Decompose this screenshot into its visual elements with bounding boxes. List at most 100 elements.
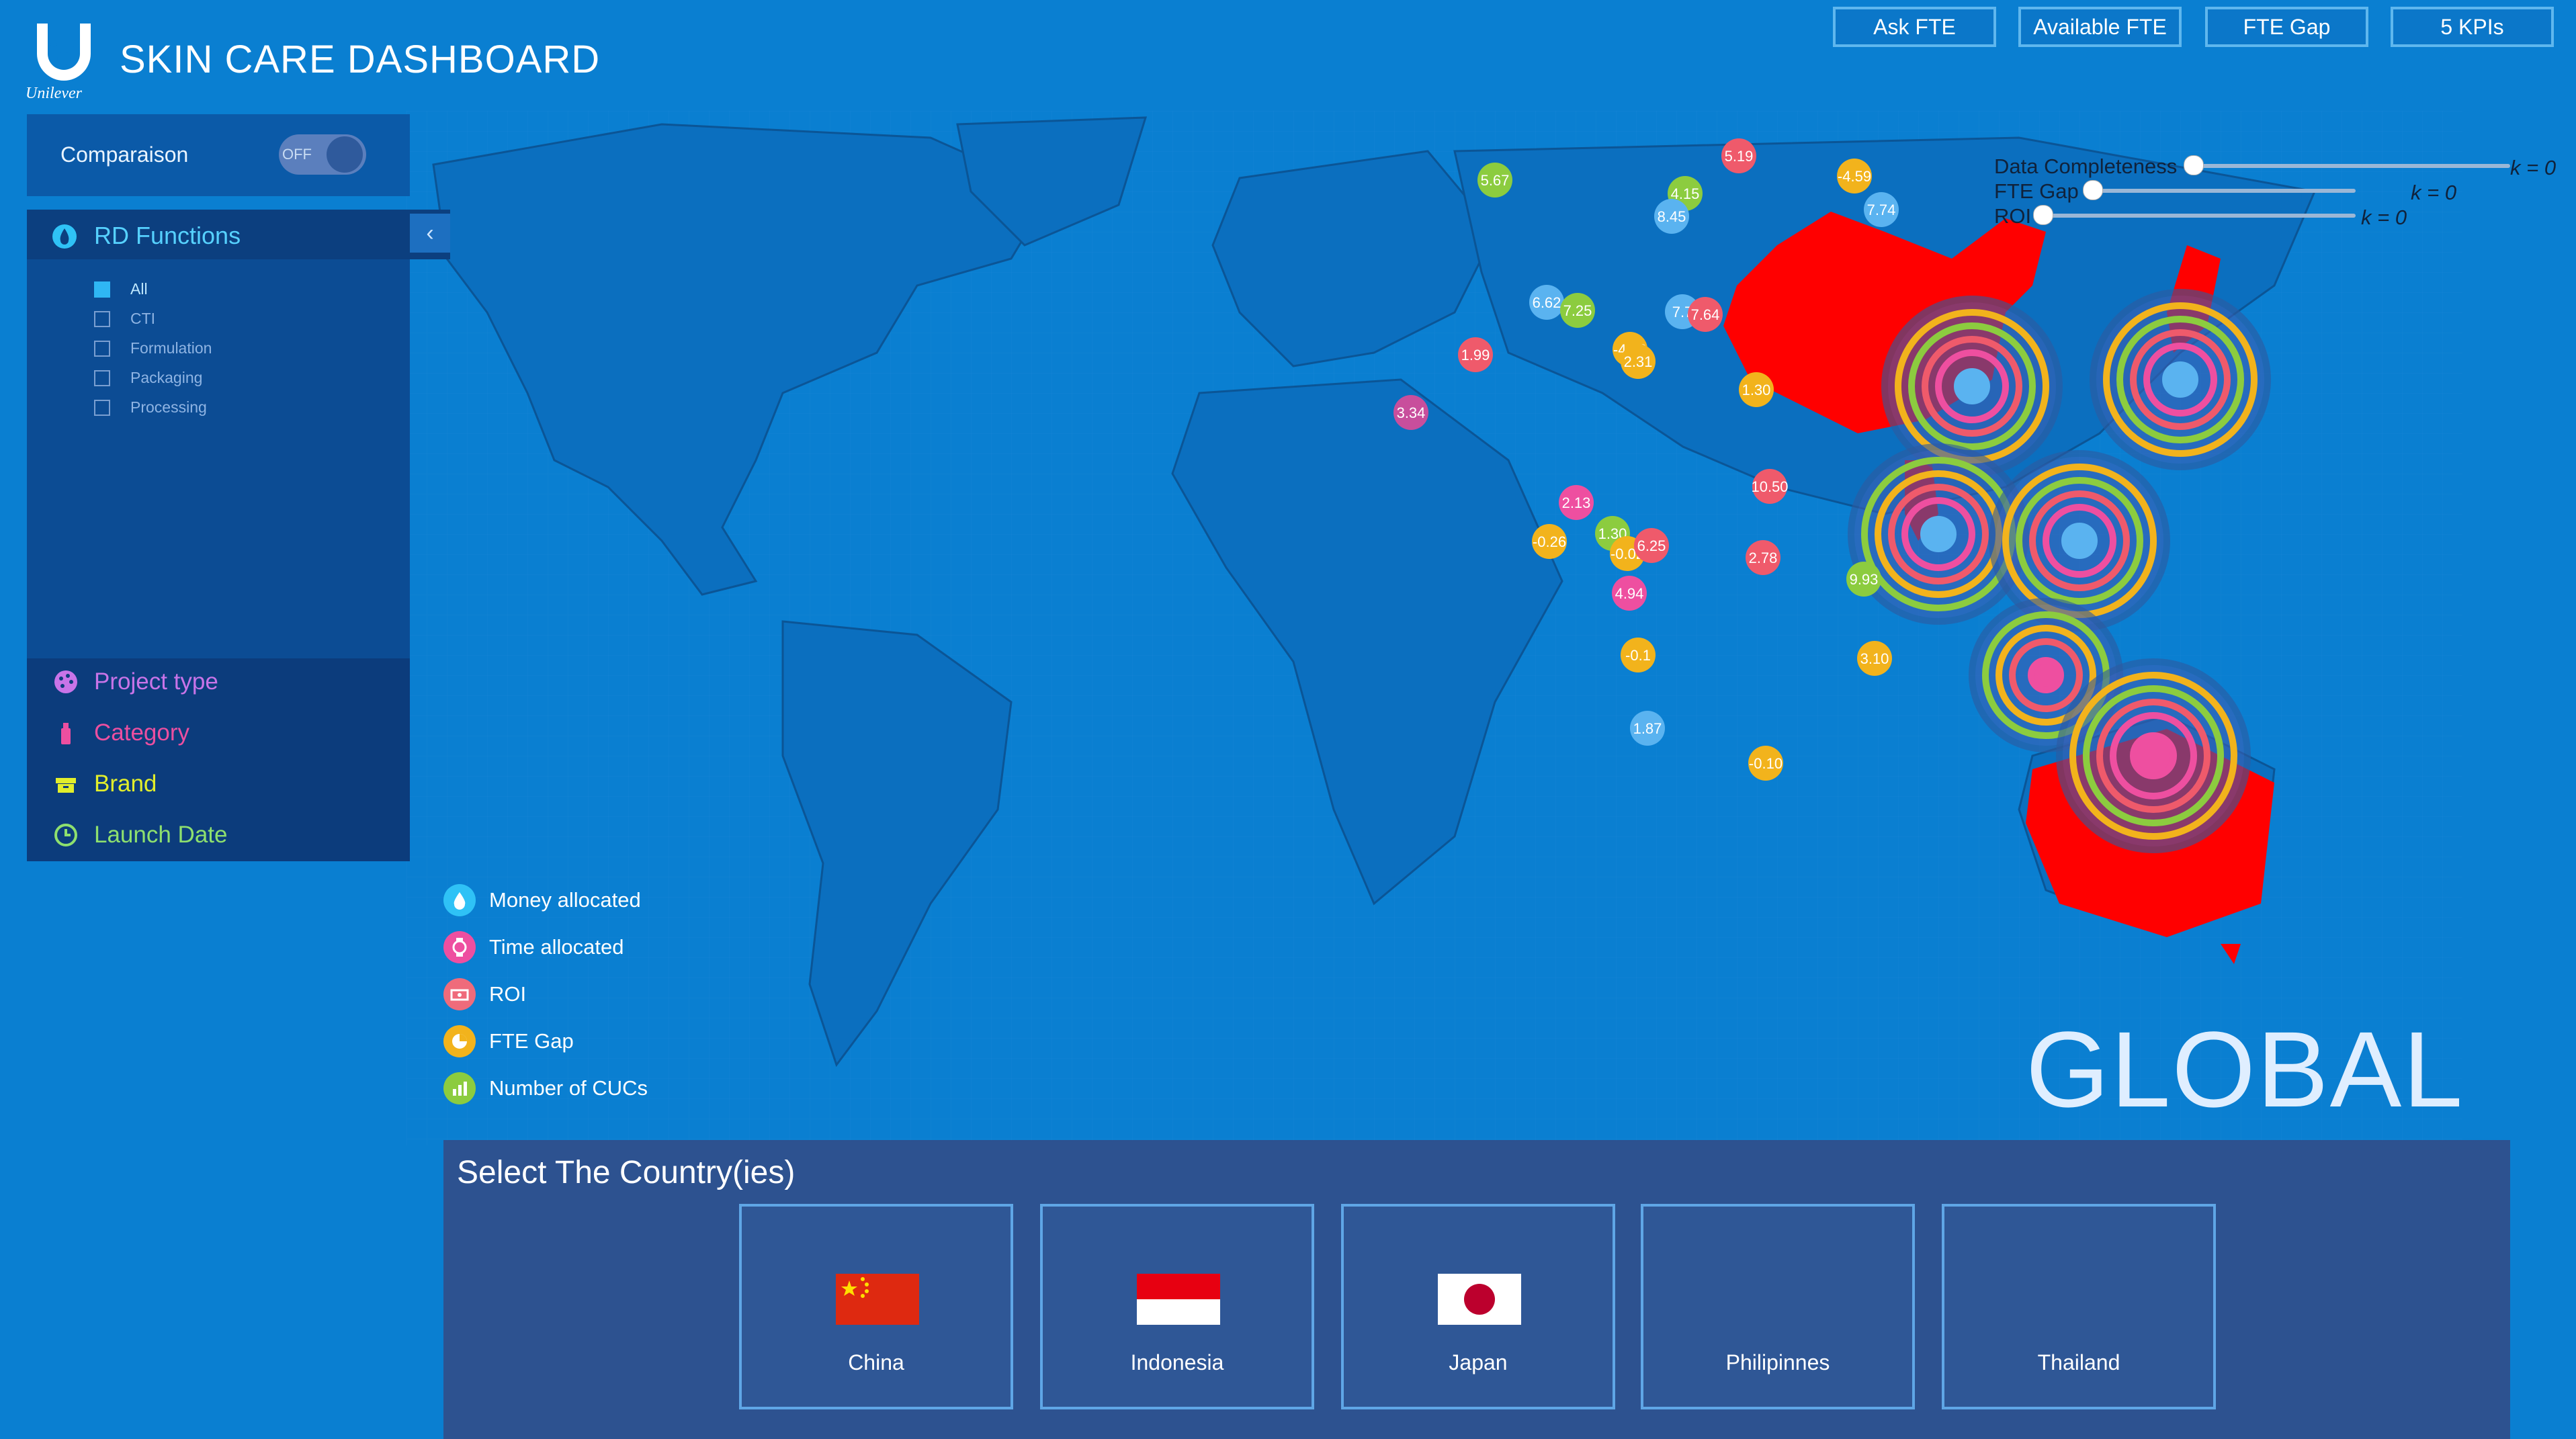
rd-option-processing[interactable]: Processing [94, 398, 207, 417]
chart-icon [443, 1072, 476, 1104]
legend-label: FTE Gap [489, 1029, 574, 1053]
country-card-japan[interactable]: Japan [1341, 1204, 1615, 1409]
slider-label-roi: ROI [1994, 204, 2032, 228]
five-kpis-button[interactable]: 5 KPIs [2391, 7, 2554, 47]
bubble-value-label: -4.59 [1838, 168, 1871, 185]
rd-option-label: All [130, 280, 148, 298]
bubble-value-label: 7.25 [1563, 302, 1592, 319]
slider-label-fte-gap: FTE Gap [1994, 179, 2079, 203]
checkbox[interactable] [94, 281, 110, 298]
radial-chart-philippines [1989, 450, 2170, 631]
japan-flag-icon [1438, 1274, 1521, 1325]
toggle-state-text: OFF [282, 146, 312, 163]
drop-icon [52, 224, 77, 249]
slider-thumb-roi[interactable] [2033, 205, 2053, 225]
toggle-knob[interactable] [327, 136, 363, 173]
brand-wordmark: Unilever [26, 85, 82, 102]
comparison-label: Comparaison [60, 142, 189, 167]
slider-track-data-completeness[interactable] [2188, 164, 2510, 168]
box-icon [52, 771, 79, 797]
bubble-value-label: 2.78 [1749, 550, 1778, 566]
country-name: Thailand [2037, 1350, 2120, 1375]
country-selector-title: Select The Country(ies) [457, 1155, 796, 1190]
bubble-value-label: 1.87 [1633, 720, 1662, 737]
bottle-icon [52, 719, 79, 746]
radial-chart-australia [2056, 658, 2251, 853]
slider-track-roi[interactable] [2040, 214, 2356, 218]
checkbox[interactable] [94, 369, 110, 386]
rd-option-cti[interactable]: CTI [94, 310, 155, 328]
legend-label: Time allocated [489, 935, 624, 959]
legend-roi: ROI [443, 978, 526, 1010]
rd-option-all[interactable]: All [94, 280, 148, 298]
country-name: Japan [1449, 1350, 1508, 1375]
slider-thumb-data-completeness[interactable] [2184, 155, 2204, 175]
country-card-thailand[interactable]: Thailand [1942, 1204, 2216, 1409]
rd-option-label: CTI [130, 310, 156, 327]
bubble-value-label: 2.31 [1624, 353, 1653, 370]
legend-fte-gap: FTE Gap [443, 1025, 574, 1057]
bubble-value-label: 6.62 [1533, 294, 1561, 311]
filter-label: Launch Date [94, 822, 228, 848]
bubble-value-label: 3.34 [1397, 404, 1426, 421]
ask-fte-button[interactable]: Ask FTE [1833, 7, 1996, 47]
checkbox[interactable] [94, 340, 110, 357]
indonesia-flag-icon [1137, 1274, 1220, 1325]
bubble-value-label: 5.67 [1481, 172, 1510, 189]
legend-label: Money allocated [489, 888, 641, 912]
legend-number-of-cucs: Number of CUCs [443, 1072, 648, 1104]
fte-gap-button[interactable]: FTE Gap [2205, 7, 2368, 47]
money-icon [443, 978, 476, 1010]
bubble-value-label: 7.74 [1867, 202, 1896, 218]
bubble-value-label: 2.13 [1562, 494, 1591, 511]
bubble-value-label: 3.10 [1860, 650, 1889, 667]
bubble-value-label: -0.1 [1625, 647, 1651, 664]
country-name: Indonesia [1130, 1350, 1224, 1375]
collapse-panel-button[interactable]: ‹ [410, 214, 450, 253]
filter-project-type[interactable]: Project type [52, 668, 218, 695]
region-label: GLOBAL [2026, 1009, 2464, 1129]
rd-functions-panel [27, 210, 410, 658]
radial-chart-china [1881, 296, 2063, 477]
watch-icon [443, 931, 476, 963]
country-card-indonesia[interactable]: Indonesia [1040, 1204, 1314, 1409]
rd-option-formulation[interactable]: Formulation [94, 339, 212, 357]
rd-functions-title: RD Functions [94, 222, 241, 249]
drop-icon [443, 884, 476, 916]
slider-track-fte-gap[interactable] [2087, 189, 2356, 193]
slider-k-roi: k = 0 [2361, 206, 2407, 229]
world-map: 5.675.19-4.594.158.45 7.746.62 7.25 7.77.64… [406, 111, 2462, 1145]
checkbox[interactable] [94, 310, 110, 327]
bubble-value-label: 4.94 [1615, 585, 1644, 602]
bubble-value-label: 5.19 [1725, 148, 1754, 165]
bubble-value-label: 10.50 [1751, 478, 1788, 495]
slider-k-data-completeness: k = 0 [2510, 156, 2557, 179]
country-card-china[interactable]: China [739, 1204, 1013, 1409]
rd-option-packaging[interactable]: Packaging [94, 369, 202, 387]
legend-label: ROI [489, 982, 527, 1006]
filter-category[interactable]: Category [52, 719, 189, 746]
china-flag-icon [836, 1274, 919, 1325]
country-card-philippines[interactable]: Philipinnes [1641, 1204, 1915, 1409]
slider-thumb-fte-gap[interactable] [2083, 180, 2103, 200]
radial-chart-japan [2090, 289, 2271, 470]
palette-icon [52, 668, 79, 695]
filter-brand[interactable]: Brand [52, 771, 157, 797]
filter-launch-date[interactable]: Launch Date [52, 822, 227, 848]
rd-option-label: Processing [130, 398, 207, 416]
filter-label: Project type [94, 668, 218, 695]
checkbox[interactable] [94, 399, 110, 416]
bubble-value-label: 1.99 [1461, 347, 1490, 363]
clock-icon [52, 822, 79, 848]
legend-label: Number of CUCs [489, 1076, 648, 1100]
rd-option-label: Formulation [130, 339, 212, 357]
bubble-value-label: 1.30 [1742, 382, 1771, 398]
slider-label-data-completeness: Data Completeness [1994, 155, 2178, 178]
available-fte-button[interactable]: Available FTE [2018, 7, 2182, 47]
bubble-value-label: 9.93 [1850, 571, 1879, 588]
rd-option-label: Packaging [130, 369, 203, 386]
bubble-value-label: 8.45 [1658, 208, 1686, 225]
bubble-value-label: -0.10 [1749, 755, 1783, 772]
legend-time-allocated: Time allocated [443, 931, 624, 963]
country-name: Philipinnes [1725, 1350, 1830, 1375]
